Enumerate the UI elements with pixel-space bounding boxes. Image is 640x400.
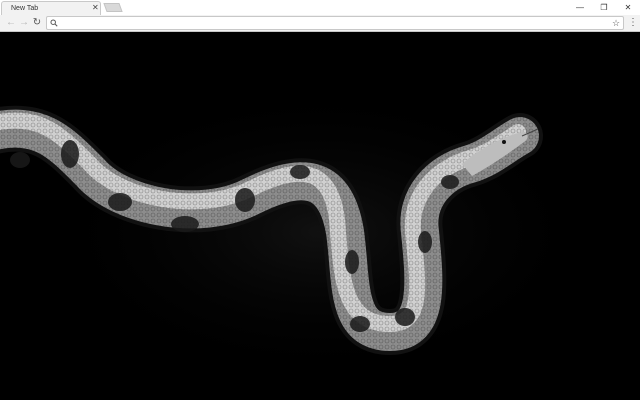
- restore-button[interactable]: ❐: [592, 0, 616, 14]
- browser-toolbar: ← → ↻ ☆ ⋮: [0, 15, 640, 32]
- new-tab-button[interactable]: [103, 3, 123, 12]
- new-tab-page: [0, 32, 640, 400]
- tab-new-tab[interactable]: New Tab ✕: [1, 1, 101, 15]
- close-window-button[interactable]: ✕: [616, 0, 640, 14]
- bookmark-star-icon[interactable]: ☆: [612, 17, 620, 29]
- reload-button[interactable]: ↻: [31, 17, 43, 29]
- back-button[interactable]: ←: [5, 17, 17, 29]
- address-bar[interactable]: ☆: [46, 16, 624, 30]
- tab-strip: New Tab ✕ — ❐ ✕: [0, 0, 640, 15]
- address-input[interactable]: [61, 17, 601, 29]
- tab-close-icon[interactable]: ✕: [92, 3, 99, 13]
- search-icon: [50, 19, 58, 27]
- forward-button[interactable]: →: [18, 17, 30, 29]
- browser-menu-button[interactable]: ⋮: [628, 17, 638, 29]
- snake-eye: [502, 140, 506, 144]
- tab-title: New Tab: [11, 5, 39, 12]
- snake-wallpaper: [0, 82, 600, 382]
- minimize-button[interactable]: —: [568, 0, 592, 14]
